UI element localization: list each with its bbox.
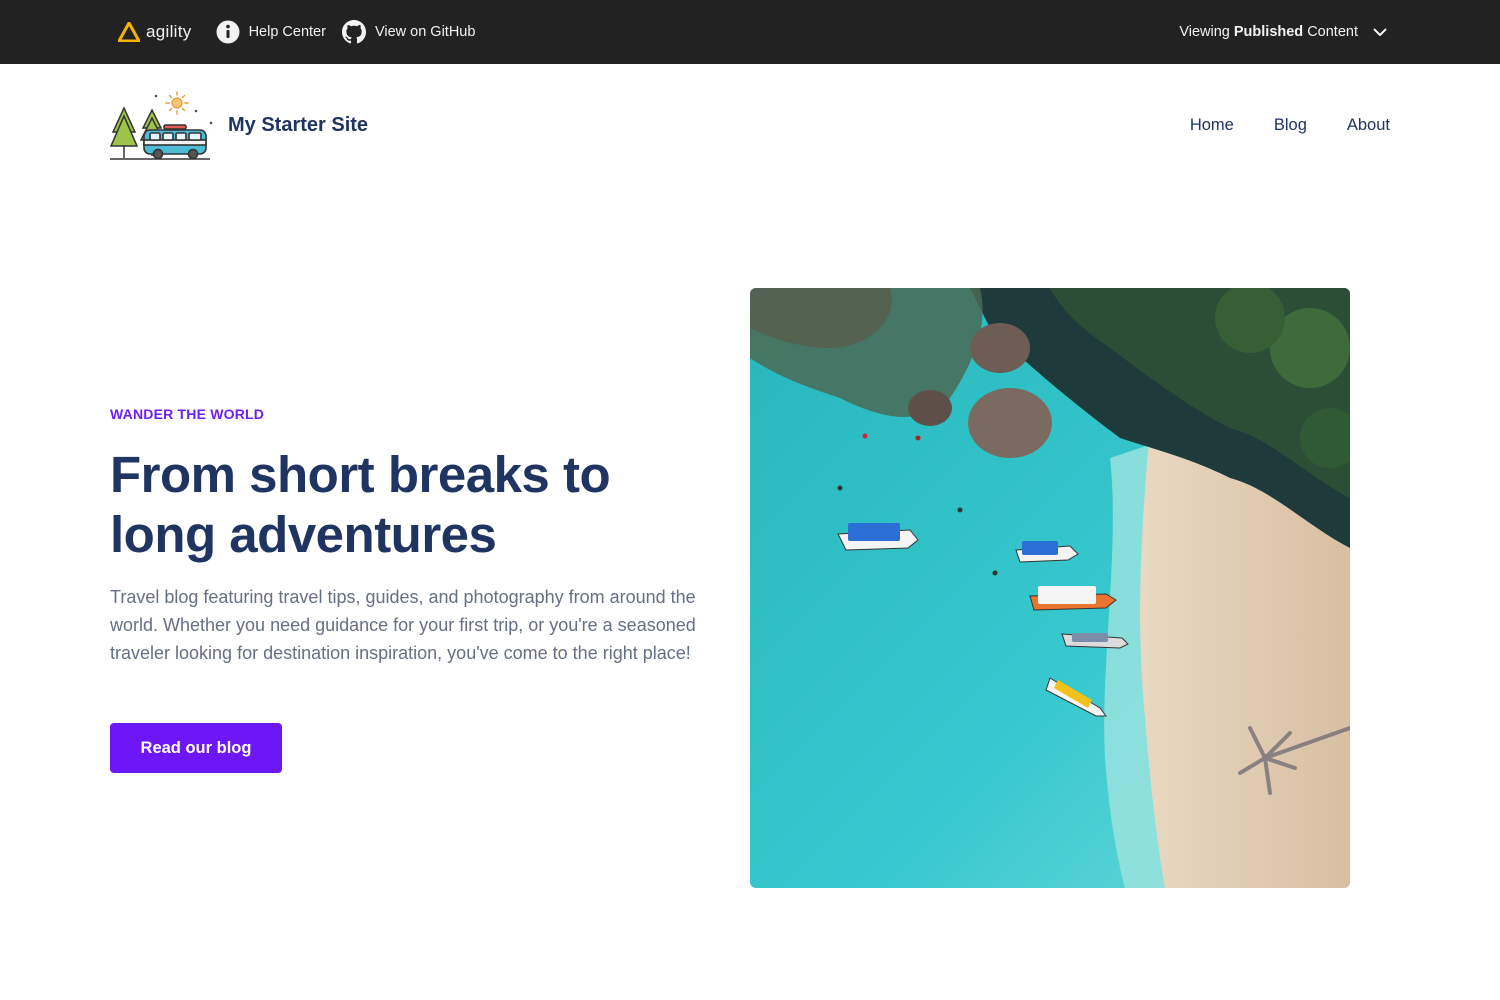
camper-van-logo: [110, 91, 213, 160]
hero-section: WANDER THE WORLD From short breaks to lo…: [110, 406, 710, 667]
site-header: My Starter Site Home Blog About: [0, 64, 1500, 204]
viewing-suffix: Content: [1307, 24, 1358, 40]
toolbar-left: agility Help Center View on GitHub: [118, 0, 491, 64]
sun-icon: [165, 91, 189, 115]
viewing-mode: Published: [1233, 24, 1304, 40]
view-on-github-link[interactable]: View on GitHub: [341, 20, 476, 44]
viewing-prefix: Viewing: [1179, 24, 1230, 40]
github-icon: [341, 20, 366, 44]
site-name: My Starter Site: [228, 113, 369, 136]
nav-about-link[interactable]: About: [1347, 116, 1390, 135]
agility-logo[interactable]: agility: [118, 22, 192, 42]
read-blog-button[interactable]: Read our blog: [110, 723, 282, 773]
agility-mark-icon: [118, 22, 140, 42]
hero-description: Travel blog featuring travel tips, guide…: [110, 587, 696, 663]
nav-blog-link[interactable]: Blog: [1274, 116, 1307, 135]
agility-brand-text: agility: [146, 22, 192, 41]
info-icon: [216, 20, 240, 44]
nav-home-link[interactable]: Home: [1190, 116, 1234, 135]
content-mode-switcher[interactable]: Viewing Published Content: [1179, 0, 1388, 64]
help-center-link[interactable]: Help Center: [216, 20, 326, 44]
chevron-down-icon[interactable]: [1372, 24, 1388, 40]
hero-eyebrow: WANDER THE WORLD: [110, 406, 265, 422]
site-brand[interactable]: My Starter Site: [110, 90, 368, 160]
hero-title-line-2: long adventures: [110, 506, 497, 563]
hero-title: From short breaks to long adventures: [110, 445, 710, 565]
van-icon: [143, 124, 207, 160]
agility-toolbar: agility Help Center View on GitHub Viewi…: [0, 0, 1500, 64]
viewing-mode-text: Viewing Published Content: [1179, 24, 1358, 40]
aerial-beach-illustration: [750, 288, 1350, 888]
main-nav: Home Blog About: [1190, 116, 1390, 135]
github-label: View on GitHub: [374, 24, 476, 40]
help-center-label: Help Center: [248, 24, 326, 40]
hero-image: [750, 288, 1350, 888]
hero-title-line-1: From short breaks to: [110, 446, 611, 503]
